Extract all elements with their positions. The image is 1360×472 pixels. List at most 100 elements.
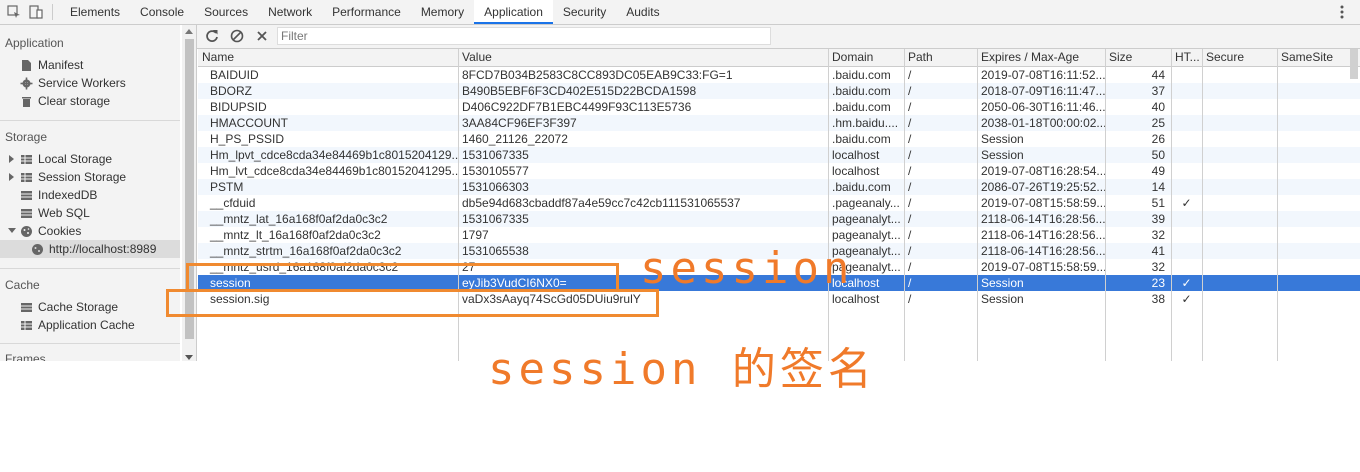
cell-path: /	[908, 84, 912, 98]
database-icon	[20, 207, 33, 220]
sidebar-item-cookie-origin[interactable]: http://localhost:8989	[0, 240, 180, 258]
filter-input[interactable]: Filter	[277, 27, 771, 45]
cell-expires: 2019-07-08T16:28:54...	[981, 164, 1105, 178]
grid-icon	[20, 171, 33, 184]
cell-http: ✓	[1181, 276, 1192, 290]
column-header-path[interactable]: Path	[904, 49, 977, 66]
cell-value: B490B5EBF6F3CD402E515D22BCDA1598	[462, 84, 697, 98]
cell-domain: localhost	[832, 164, 880, 178]
table-row[interactable]: BAIDUID 8FCD7B034B2583C8CC893DC05EAB9C33:…	[198, 67, 1360, 83]
highlight-signature-box	[166, 289, 659, 317]
sidebar-item-clear-storage[interactable]: Clear storage	[20, 92, 110, 110]
sidebar-item-session-storage[interactable]: Session Storage	[20, 168, 126, 186]
delete-selected-icon[interactable]	[255, 29, 269, 46]
column-header-samesite[interactable]: SameSite	[1277, 49, 1360, 66]
cell-expires: 2019-07-08T15:58:59...	[981, 196, 1105, 210]
database-icon	[20, 301, 33, 314]
collapse-arrow-icon[interactable]	[8, 228, 16, 233]
cell-secure	[1202, 243, 1277, 259]
sidebar-item-label: Manifest	[38, 58, 84, 72]
sidebar-item-label: Cache Storage	[38, 300, 119, 314]
column-header-expires[interactable]: Expires / Max-Age	[977, 49, 1105, 66]
cell-domain: .baidu.com	[832, 180, 891, 194]
cell-path: /	[908, 100, 912, 114]
table-row[interactable]: PSTM 1531066303 .baidu.com / 2086-07-26T19:2…	[198, 179, 1360, 195]
device-toolbar-icon[interactable]	[28, 4, 44, 20]
table-scrollbar[interactable]	[1350, 49, 1358, 79]
cell-http	[1171, 211, 1202, 227]
sidebar-item-cache-storage[interactable]: Cache Storage	[20, 298, 118, 316]
sidebar-item-application-cache[interactable]: Application Cache	[20, 316, 135, 334]
cell-http	[1171, 67, 1202, 83]
cell-size: 32	[1151, 260, 1165, 274]
tab-console[interactable]: Console	[130, 0, 194, 24]
sidebar-item-manifest[interactable]: Manifest	[20, 56, 83, 74]
sidebar-item-web-sql[interactable]: Web SQL	[20, 204, 90, 222]
cookie-icon	[20, 225, 33, 238]
tab-memory[interactable]: Memory	[411, 0, 474, 24]
cell-secure	[1202, 67, 1277, 83]
column-header-size[interactable]: Size	[1105, 49, 1171, 66]
sidebar-item-service-workers[interactable]: Service Workers	[20, 74, 126, 92]
cell-secure	[1202, 131, 1277, 147]
tab-elements[interactable]: Elements	[60, 0, 130, 24]
table-row[interactable]: Hm_lpvt_cdce8cda34e84469b1c8015204129...…	[198, 147, 1360, 163]
tab-security[interactable]: Security	[553, 0, 616, 24]
column-divider	[1105, 49, 1106, 361]
tab-performance[interactable]: Performance	[322, 0, 411, 24]
inspect-element-icon[interactable]	[6, 4, 22, 20]
table-row[interactable]: BIDUPSID D406C922DF7B1EBC4499F93C113E5736…	[198, 99, 1360, 115]
tab-audits[interactable]: Audits	[616, 0, 669, 24]
scroll-down-icon[interactable]	[185, 355, 193, 360]
cell-http	[1171, 83, 1202, 99]
column-header-value[interactable]: Value	[458, 49, 828, 66]
table-row[interactable]: __mntz_lat_16a168f0af2da0c3c2 1531067335 p…	[198, 211, 1360, 227]
highlight-session-box	[186, 263, 619, 292]
toolbar-divider	[52, 4, 53, 20]
tab-sources[interactable]: Sources	[194, 0, 258, 24]
cookies-toolbar: Filter	[197, 25, 1360, 49]
column-header-domain[interactable]: Domain	[828, 49, 904, 66]
cell-path: /	[908, 276, 912, 290]
tab-network[interactable]: Network	[258, 0, 322, 24]
refresh-icon[interactable]	[205, 29, 219, 46]
table-row[interactable]: H_PS_PSSID 1460_21126_22072 .baidu.com / Ses…	[198, 131, 1360, 147]
annotation-session: session	[640, 243, 854, 294]
column-header-name[interactable]: Name	[198, 49, 458, 66]
cell-expires: 2118-06-14T16:28:56...	[981, 228, 1105, 242]
cell-expires: 2038-01-18T00:00:02...	[981, 116, 1105, 130]
tab-application[interactable]: Application	[474, 0, 553, 24]
cell-path: /	[908, 68, 912, 82]
expand-arrow-icon[interactable]	[9, 173, 14, 181]
table-row[interactable]: Hm_lvt_cdce8cda34e84469b1c80152041295...…	[198, 163, 1360, 179]
panel-tabs: Elements Console Sources Network Perform…	[60, 0, 670, 24]
clear-all-icon[interactable]	[230, 29, 244, 46]
column-header-httponly[interactable]: HT...	[1171, 49, 1202, 66]
more-options-icon[interactable]	[1334, 3, 1350, 21]
sidebar-item-local-storage[interactable]: Local Storage	[20, 150, 112, 168]
cell-size: 32	[1151, 228, 1165, 242]
scroll-up-icon[interactable]	[185, 29, 193, 34]
cell-value: 1531067335	[462, 148, 529, 162]
cell-path: /	[908, 212, 912, 226]
cell-size: 44	[1151, 68, 1165, 82]
sidebar-item-label: http://localhost:8989	[49, 242, 157, 256]
sidebar-item-indexeddb[interactable]: IndexedDB	[20, 186, 97, 204]
cell-name: H_PS_PSSID	[210, 132, 285, 146]
cell-http	[1171, 259, 1202, 275]
column-header-secure[interactable]: Secure	[1202, 49, 1277, 66]
table-row[interactable]: HMACCOUNT 3AA84CF96EF3F397 .hm.baidu.... / 2…	[198, 115, 1360, 131]
grid-icon	[20, 153, 33, 166]
cell-http	[1171, 227, 1202, 243]
cell-size: 14	[1151, 180, 1165, 194]
cell-name: __cfduid	[210, 196, 256, 210]
cell-domain: pageanalyt...	[832, 228, 901, 242]
table-row[interactable]: __cfduid db5e94d683cbaddf87a4e59cc7c42cb1…	[198, 195, 1360, 211]
cell-http	[1171, 147, 1202, 163]
table-row[interactable]: BDORZ B490B5EBF6F3CD402E515D22BCDA1598 .ba…	[198, 83, 1360, 99]
cell-secure	[1202, 291, 1277, 307]
cell-size: 38	[1151, 292, 1165, 306]
table-row[interactable]: __mntz_lt_16a168f0af2da0c3c2 1797 pageanal…	[198, 227, 1360, 243]
expand-arrow-icon[interactable]	[9, 155, 14, 163]
sidebar-item-cookies[interactable]: Cookies	[20, 222, 81, 240]
